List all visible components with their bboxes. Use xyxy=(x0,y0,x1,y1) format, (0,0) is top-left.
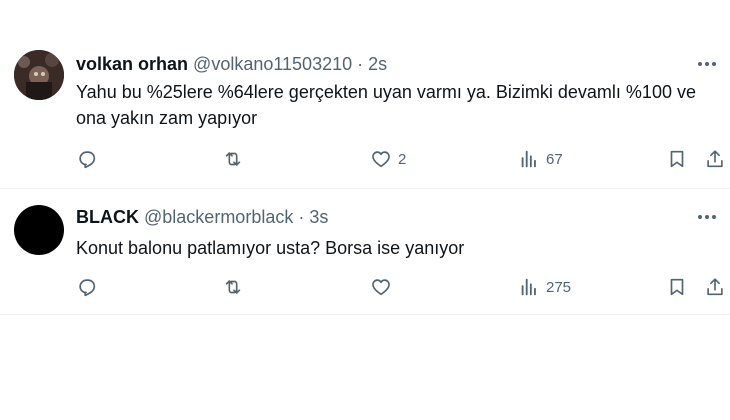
display-name[interactable]: volkan orhan xyxy=(76,54,188,74)
tweet[interactable]: BLACK @blackermorblack · 3s Konut balonu… xyxy=(0,189,730,315)
like-count: 2 xyxy=(398,150,407,168)
separator-dot: · xyxy=(357,54,364,74)
tweet-text: Konut balonu patlamıyor usta? Borsa ise … xyxy=(76,238,465,258)
tweet-header: BLACK @blackermorblack · 3s xyxy=(76,205,328,229)
separator-dot: · xyxy=(298,207,305,227)
retweet-icon xyxy=(225,280,241,294)
tweet-actions: 2 67 xyxy=(76,146,723,172)
avatar[interactable] xyxy=(14,50,64,100)
avatar[interactable] xyxy=(14,205,64,255)
retweet-icon xyxy=(225,152,241,166)
reply-icon xyxy=(79,151,96,169)
like-button[interactable]: 2 xyxy=(370,146,406,172)
timestamp[interactable]: 2s xyxy=(368,54,387,74)
retweet-button[interactable] xyxy=(222,274,250,300)
bookmark-button[interactable] xyxy=(666,274,688,300)
share-icon xyxy=(707,150,723,168)
avatar-image xyxy=(14,50,64,100)
tweet[interactable]: volkan orhan @volkano11503210 · 2s Yahu … xyxy=(0,36,730,189)
views-icon xyxy=(521,278,536,296)
tweet-actions: 275 xyxy=(76,274,723,300)
tweet-text: Yahu bu %25lere %64lere gerçekten uyan v… xyxy=(76,82,696,128)
user-handle[interactable]: @volkano11503210 xyxy=(193,54,352,74)
views-button[interactable]: 275 xyxy=(518,274,571,300)
bookmark-button[interactable] xyxy=(666,146,688,172)
user-handle[interactable]: @blackermorblack xyxy=(144,207,293,227)
retweet-button[interactable] xyxy=(222,146,250,172)
views-button[interactable]: 67 xyxy=(518,146,563,172)
bookmark-icon xyxy=(670,278,684,296)
tweet-header: volkan orhan @volkano11503210 · 2s xyxy=(76,52,387,76)
reply-button[interactable] xyxy=(76,274,104,300)
view-count: 67 xyxy=(546,150,563,168)
heart-icon xyxy=(372,151,390,168)
display-name[interactable]: BLACK xyxy=(76,207,139,227)
views-icon xyxy=(521,150,536,168)
share-icon xyxy=(707,278,723,296)
like-button[interactable] xyxy=(370,274,398,300)
timestamp[interactable]: 3s xyxy=(309,207,328,227)
share-button[interactable] xyxy=(704,274,726,300)
reply-button[interactable] xyxy=(76,146,104,172)
reply-icon xyxy=(79,279,96,297)
heart-icon xyxy=(372,279,390,296)
more-icon[interactable] xyxy=(692,52,722,76)
more-icon[interactable] xyxy=(692,205,722,229)
view-count: 275 xyxy=(546,278,572,296)
bookmark-icon xyxy=(670,150,684,168)
share-button[interactable] xyxy=(704,146,726,172)
